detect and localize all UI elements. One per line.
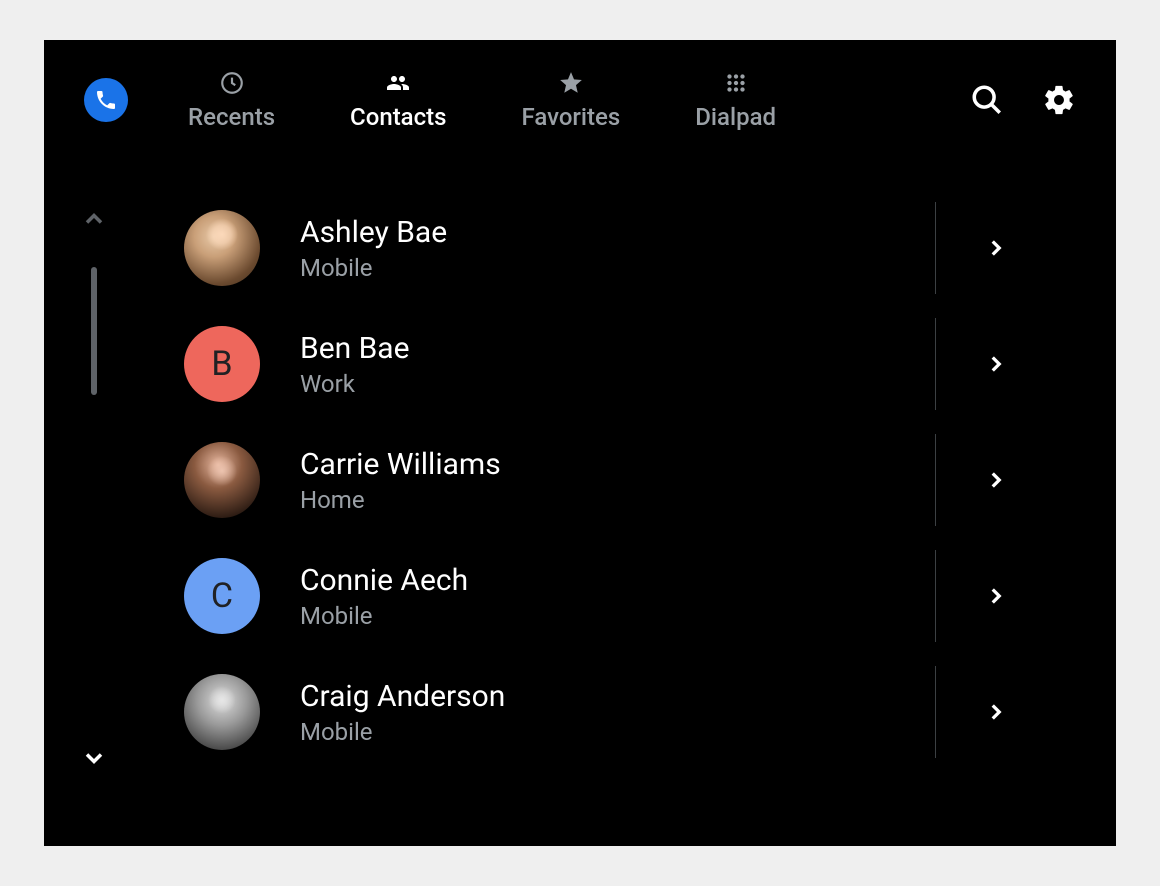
contact-text: Ben Bae Work [300,331,936,398]
content-area: Ashley Bae Mobile B Ben Bae Work [44,160,1116,846]
contacts-list[interactable]: Ashley Bae Mobile B Ben Bae Work [184,190,1056,846]
header-actions [970,83,1076,117]
phone-fab-button[interactable] [84,78,128,122]
scroll-down-button[interactable] [80,744,108,776]
contact-sub: Mobile [300,254,936,282]
tab-label: Favorites [522,103,621,131]
contact-name: Ashley Bae [300,215,936,250]
contact-name: Carrie Williams [300,447,936,482]
settings-button[interactable] [1042,83,1076,117]
search-button[interactable] [970,83,1004,117]
chevron-down-icon [80,744,108,772]
contact-detail-button[interactable] [936,235,1056,261]
contact-row[interactable]: B Ben Bae Work [184,306,1056,422]
contact-detail-button[interactable] [936,699,1056,725]
chevron-right-icon [983,699,1009,725]
dialpad-icon [723,70,749,96]
phone-icon [94,88,118,112]
gear-icon [1042,83,1076,117]
avatar [184,210,260,286]
search-icon [970,83,1004,117]
contact-text: Connie Aech Mobile [300,563,936,630]
chevron-up-icon [80,205,108,233]
contact-row[interactable]: Craig Anderson Mobile [184,654,1056,770]
contact-sub: Mobile [300,602,936,630]
row-divider [935,550,936,642]
contact-text: Carrie Williams Home [300,447,936,514]
tab-dialpad[interactable]: Dialpad [695,69,776,131]
scrollbar-thumb[interactable] [91,267,97,395]
scroll-hint-bar [74,205,114,776]
contact-name: Craig Anderson [300,679,936,714]
contact-sub: Mobile [300,718,936,746]
contact-sub: Work [300,370,936,398]
star-icon [558,70,584,96]
avatar [184,674,260,750]
contact-text: Craig Anderson Mobile [300,679,936,746]
tab-label: Recents [188,103,275,131]
dialer-app: Recents Contacts Favorites Dialpad [44,40,1116,846]
contact-sub: Home [300,486,936,514]
row-divider [935,666,936,758]
contact-detail-button[interactable] [936,467,1056,493]
header-bar: Recents Contacts Favorites Dialpad [44,40,1116,160]
contact-row[interactable]: Carrie Williams Home [184,422,1056,538]
row-divider [935,318,936,410]
contact-detail-button[interactable] [936,351,1056,377]
contact-row[interactable]: C Connie Aech Mobile [184,538,1056,654]
chevron-right-icon [983,351,1009,377]
avatar-letter: B [211,344,232,384]
contact-row[interactable]: Ashley Bae Mobile [184,190,1056,306]
avatar [184,442,260,518]
tab-contacts[interactable]: Contacts [350,69,446,131]
row-divider [935,202,936,294]
row-divider [935,434,936,526]
people-icon [383,71,413,95]
tab-recents[interactable]: Recents [188,69,275,131]
contact-text: Ashley Bae Mobile [300,215,936,282]
tab-label: Dialpad [695,103,776,131]
contact-name: Ben Bae [300,331,936,366]
clock-icon [219,70,245,96]
chevron-right-icon [983,583,1009,609]
avatar-letter: C [211,576,233,616]
avatar: B [184,326,260,402]
chevron-right-icon [983,467,1009,493]
chevron-right-icon [983,235,1009,261]
contact-detail-button[interactable] [936,583,1056,609]
tab-label: Contacts [350,103,446,131]
contact-name: Connie Aech [300,563,936,598]
tabs: Recents Contacts Favorites Dialpad [188,69,776,131]
tab-favorites[interactable]: Favorites [522,69,621,131]
scroll-up-button[interactable] [80,205,108,237]
avatar: C [184,558,260,634]
